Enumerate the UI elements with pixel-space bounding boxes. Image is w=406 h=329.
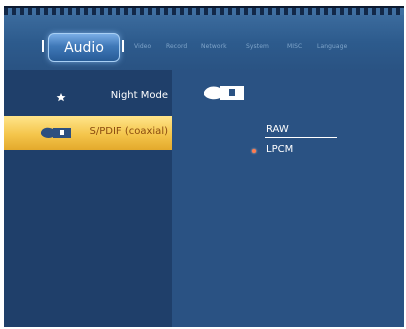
radio-selected-dot <box>252 149 256 153</box>
option-lpcm[interactable]: LPCM <box>266 144 293 155</box>
tab-language[interactable]: Language <box>317 43 347 50</box>
spdif-icon <box>204 86 244 100</box>
sidebar-item-night-mode[interactable]: Night Mode <box>4 80 172 114</box>
sidebar-item-label: S/PDIF (coaxial) <box>89 126 168 137</box>
option-highlight-line <box>265 137 337 138</box>
tab-right-marker <box>122 40 124 52</box>
tab-audio[interactable]: Audio <box>48 33 120 62</box>
tab-left-marker <box>42 40 44 52</box>
content-panel: RAW LPCM <box>172 70 404 327</box>
sidebar: Night Mode S/PDIF (coaxial) <box>4 70 172 327</box>
sidebar-item-spdif[interactable]: S/PDIF (coaxial) <box>4 116 172 150</box>
tab-network[interactable]: Network <box>201 43 227 50</box>
spdif-icon <box>41 127 71 138</box>
tab-misc[interactable]: MISC <box>287 43 302 50</box>
moon-star-icon <box>45 90 66 106</box>
sidebar-item-label: Night Mode <box>110 90 168 101</box>
tab-video[interactable]: Video <box>134 43 151 50</box>
tab-bar: Audio Video Record Network System MISC L… <box>42 33 388 63</box>
top-decoration <box>4 8 404 15</box>
tab-system[interactable]: System <box>246 43 269 50</box>
option-raw[interactable]: RAW <box>266 124 289 135</box>
tab-record[interactable]: Record <box>166 43 187 50</box>
settings-screen: Audio Video Record Network System MISC L… <box>4 6 404 327</box>
top-bar: Audio Video Record Network System MISC L… <box>4 8 404 70</box>
